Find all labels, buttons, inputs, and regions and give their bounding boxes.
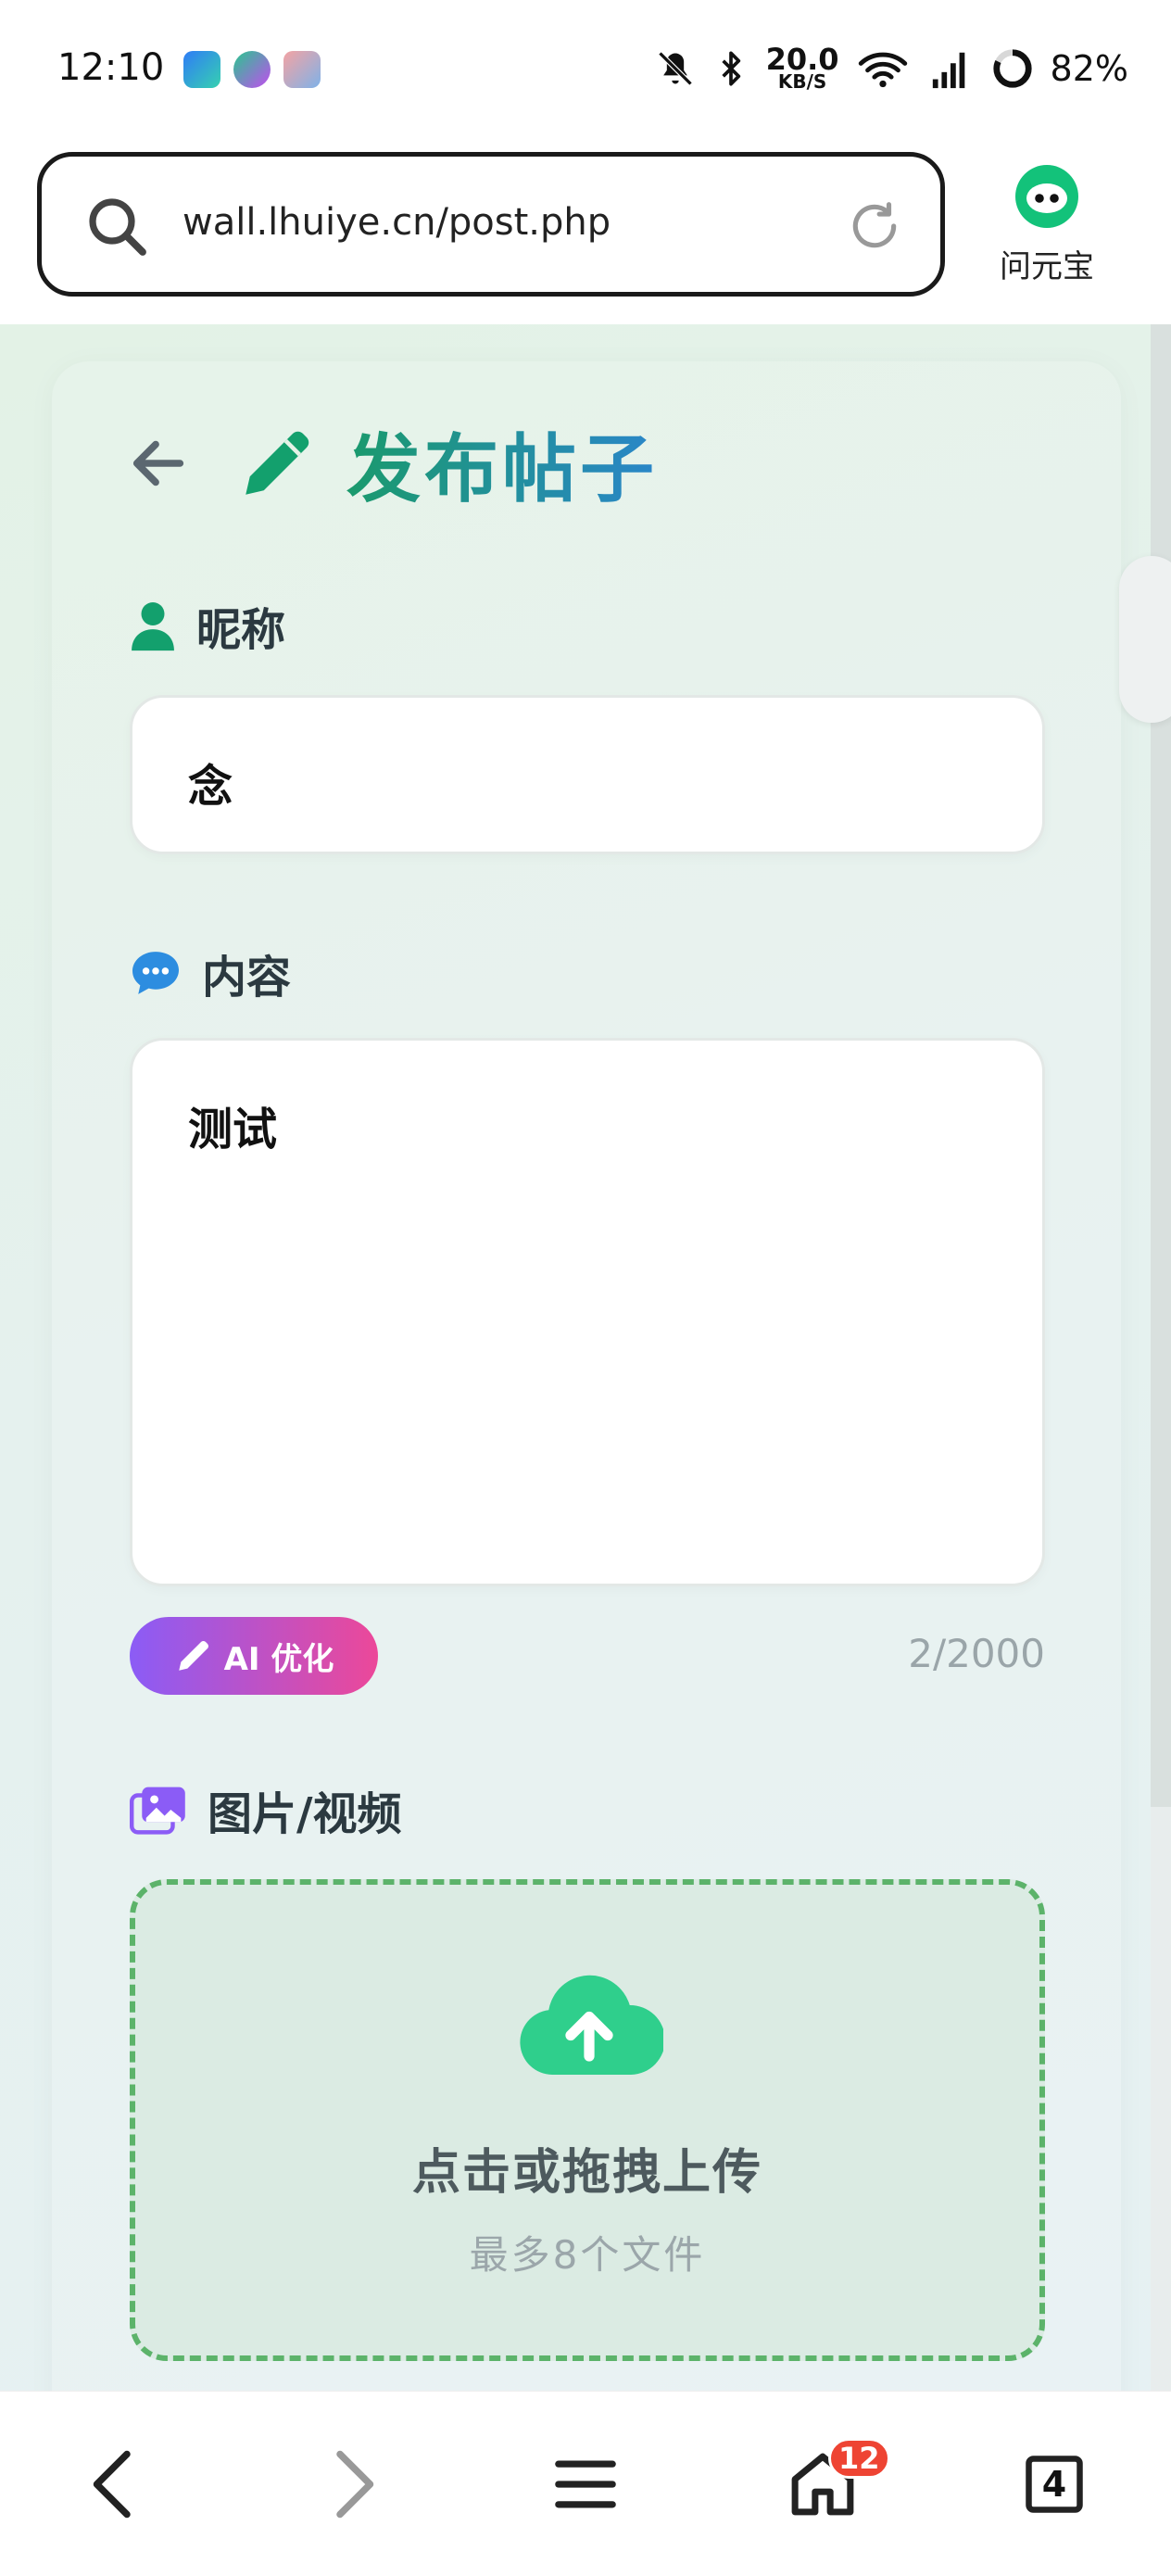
content-label: 内容: [130, 941, 291, 1005]
nav-tabs-button[interactable]: 4: [1008, 2438, 1101, 2531]
wifi-icon: [858, 52, 907, 88]
page-scrollbar-thumb[interactable]: [1151, 324, 1171, 1807]
chevron-right-icon: [336, 2450, 374, 2519]
app-notification-icon: [183, 51, 220, 88]
notification-badge: 12: [828, 2438, 890, 2479]
user-icon: [132, 602, 174, 651]
cloud-upload-icon: [520, 1975, 663, 2075]
battery-percent: 82%: [1050, 48, 1128, 89]
network-speed-value: 20.0: [765, 42, 839, 77]
upload-limit: 最多8个文件: [469, 2232, 706, 2278]
file-upload-dropzone[interactable]: 点击或拖拽上传 最多8个文件: [130, 1879, 1045, 2361]
menu-icon: [555, 2460, 616, 2508]
nickname-input[interactable]: 念: [130, 695, 1045, 854]
char-counter: 2/2000: [908, 1631, 1045, 1676]
app-notification-icon: [233, 51, 271, 88]
chevron-left-icon: [93, 2450, 131, 2519]
nickname-value[interactable]: 念: [188, 750, 233, 814]
ai-optimize-label: AI 优化: [223, 1640, 334, 1678]
nav-home-button[interactable]: 12: [776, 2438, 890, 2531]
assistant-button[interactable]: 问元宝: [991, 163, 1102, 286]
status-time: 12:10: [57, 46, 165, 89]
assistant-label: 问元宝: [1000, 248, 1094, 285]
mute-icon: [658, 51, 693, 86]
images-icon: [130, 1787, 185, 1835]
app-notification-icon: [283, 51, 321, 88]
content-label-text: 内容: [202, 952, 292, 1004]
upload-instruction: 点击或拖拽上传: [411, 2145, 762, 2201]
content-textarea[interactable]: 测试: [130, 1038, 1045, 1586]
nav-forward-button[interactable]: [308, 2438, 400, 2531]
battery-ring-icon: [992, 49, 1032, 88]
address-bar[interactable]: wall.lhuiye.cn/post.php: [37, 152, 945, 297]
content-value[interactable]: 测试: [188, 1092, 277, 1157]
ai-optimize-button[interactable]: AI 优化: [130, 1617, 378, 1695]
nav-back-button[interactable]: [67, 2438, 159, 2531]
search-icon: [89, 198, 146, 256]
network-speed-unit: KB/S: [777, 70, 827, 93]
page-header: 发布帖子: [126, 417, 658, 512]
yuanbao-logo-icon: [1015, 165, 1078, 228]
refresh-icon[interactable]: [846, 197, 903, 255]
tab-count: 4: [1041, 2464, 1067, 2505]
browser-bottom-nav: 12 4: [0, 2391, 1171, 2576]
network-speed: 20.0 KB/S: [765, 42, 839, 93]
browser-toolbar: wall.lhuiye.cn/post.php 问元宝: [0, 139, 1171, 324]
status-bar: 12:10 20.0 KB/S 82%: [0, 0, 1171, 139]
page-title: 发布帖子: [346, 410, 658, 517]
bluetooth-icon: [721, 51, 740, 86]
nickname-label: 昵称: [130, 593, 285, 658]
pencil-icon: [246, 431, 309, 495]
cellular-signal-icon: [932, 52, 964, 89]
back-arrow-icon[interactable]: [126, 431, 191, 496]
chat-bubble-icon: [132, 952, 179, 994]
pencil-icon: [178, 1641, 208, 1671]
media-label: 图片/视频: [130, 1777, 402, 1842]
nav-menu-button[interactable]: [539, 2438, 632, 2531]
nickname-label-text: 昵称: [196, 604, 286, 656]
url-text[interactable]: wall.lhuiye.cn/post.php: [183, 201, 611, 244]
media-label-text: 图片/视频: [208, 1788, 402, 1840]
web-page: 发布帖子 昵称 念 内容 测试 AI 优化 2/2000 图片/视频 点击或拖拽…: [0, 324, 1171, 2391]
side-drawer-handle[interactable]: [1119, 556, 1171, 723]
